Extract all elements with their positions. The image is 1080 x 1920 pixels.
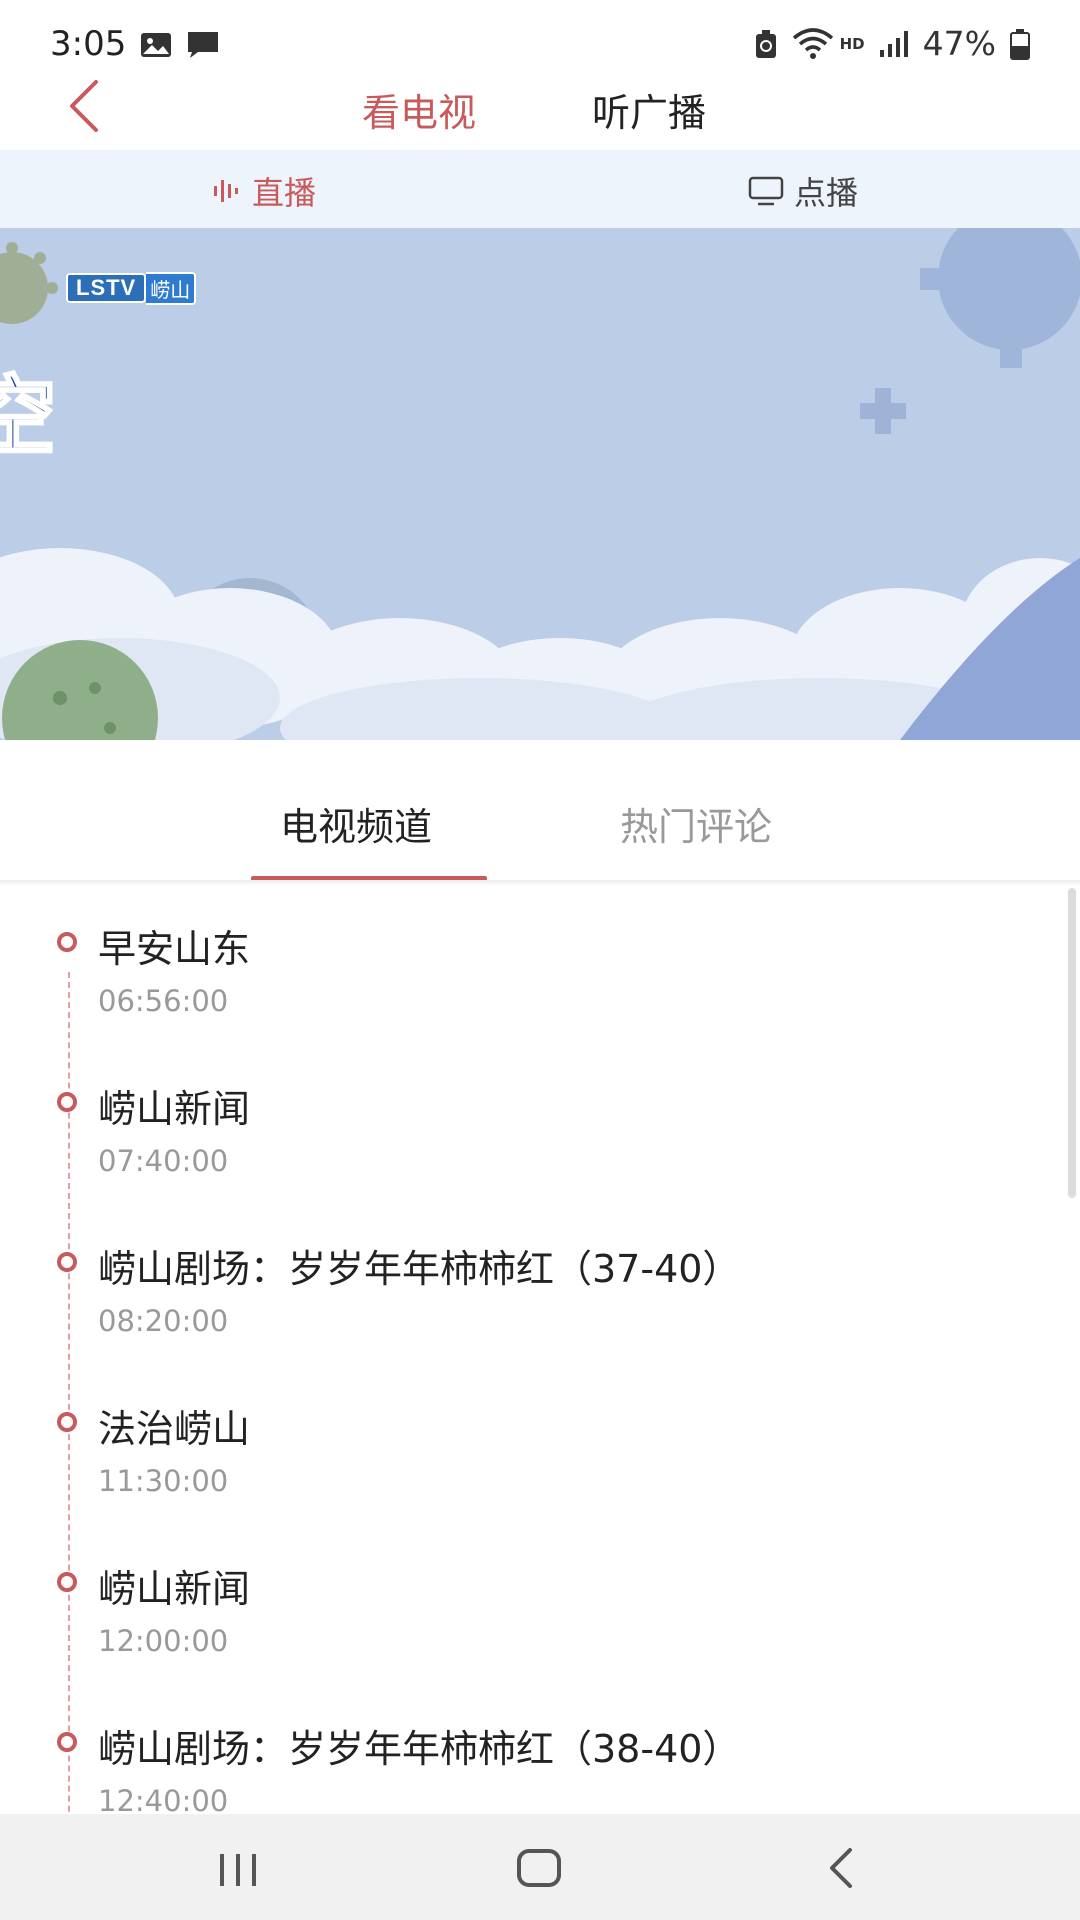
video-overlay-char: 空 [0, 366, 58, 469]
channel-logo-cn: 崂山 [146, 271, 197, 305]
battery-percent: 47% [922, 24, 996, 63]
program-time: 12:40:00 [98, 1784, 229, 1814]
image-notification-icon [141, 33, 171, 57]
program-title: 崂山新闻 [98, 1567, 251, 1611]
subnav-live-label: 直播 [252, 174, 317, 212]
program-time: 11:30:00 [98, 1464, 229, 1498]
status-bar: 3:05 HD 47% [0, 0, 1080, 80]
live-waveform-icon [214, 180, 238, 202]
program-title: 崂山剧场：岁岁年年柿柿红（37-40） [98, 1247, 741, 1291]
status-time: 3:05 [50, 24, 127, 64]
timeline-dot [57, 1572, 77, 1592]
channel-logo-text: LSTV [66, 273, 147, 303]
program-time: 06:56:00 [98, 984, 229, 1018]
tab-tv-channels[interactable]: 电视频道 [280, 796, 432, 851]
subnav-vod-label: 点播 [794, 174, 859, 212]
program-time: 12:00:00 [98, 1624, 229, 1658]
program-title: 早安山东 [98, 927, 251, 971]
signal-icon [879, 30, 908, 57]
timeline-dot [57, 1412, 77, 1432]
status-system-icons: HD 47% [754, 24, 1030, 63]
program-schedule-list: 早安山东 06:56:00 崂山新闻 07:40:00 崂山剧场：岁岁年年柿柿红… [0, 882, 1080, 1814]
tab-listen-radio[interactable]: 听广播 [592, 82, 706, 137]
hd-indicator: HD [839, 34, 865, 53]
tab-hot-comments[interactable]: 热门评论 [620, 796, 772, 851]
content-tabs: 电视频道 热门评论 [0, 740, 1080, 881]
back-button[interactable] [60, 76, 120, 136]
system-nav-bar [0, 1814, 1080, 1920]
tv-icon [748, 176, 784, 206]
subnav-bar: 直播 点播 [0, 150, 1080, 228]
nav-back-icon[interactable] [826, 1846, 856, 1890]
program-time: 08:20:00 [98, 1304, 229, 1338]
message-notification-icon [188, 32, 218, 58]
tab-watch-tv[interactable]: 看电视 [362, 82, 476, 137]
video-player[interactable]: LSTV 崂山 空 [0, 228, 1080, 740]
app-screen: 3:05 HD 47% 看电视 听广播 直播 点播 LSTV 崂山 空 电视频道… [0, 0, 1080, 1920]
timeline-dot [57, 932, 77, 952]
chevron-left-icon [70, 80, 98, 132]
battery-icon [1010, 28, 1030, 60]
wifi-icon [792, 27, 833, 59]
video-frame-illustration [0, 228, 1080, 740]
top-header: 看电视 听广播 [0, 70, 1080, 150]
program-time: 07:40:00 [98, 1144, 229, 1178]
status-notification-icons [140, 30, 220, 60]
timeline-dot [57, 1092, 77, 1112]
program-item[interactable]: 崂山剧场：岁岁年年柿柿红（37-40） 08:20:00 [0, 1202, 1060, 1362]
program-item[interactable]: 崂山新闻 12:00:00 [0, 1522, 1060, 1682]
program-title: 崂山新闻 [98, 1087, 251, 1131]
timeline-dot [57, 1252, 77, 1272]
subnav-vod-button[interactable]: 点播 [748, 168, 858, 214]
program-item[interactable]: 崂山剧场：岁岁年年柿柿红（38-40） 12:40:00 [0, 1682, 1060, 1814]
program-title: 法治崂山 [98, 1407, 251, 1451]
subnav-live-button[interactable]: 直播 [212, 168, 316, 214]
program-item[interactable]: 崂山新闻 07:40:00 [0, 1042, 1060, 1202]
timeline-dot [57, 1732, 77, 1752]
program-item[interactable]: 早安山东 06:56:00 [0, 882, 1060, 1042]
program-title: 崂山剧场：岁岁年年柿柿红（38-40） [98, 1727, 741, 1771]
list-scrollbar[interactable] [1068, 888, 1076, 1198]
home-icon[interactable] [516, 1848, 562, 1888]
battery-saver-icon [755, 29, 776, 58]
program-item[interactable]: 法治崂山 11:30:00 [0, 1362, 1060, 1522]
channel-logo: LSTV 崂山 [66, 271, 197, 305]
recent-apps-icon[interactable] [216, 1850, 260, 1890]
